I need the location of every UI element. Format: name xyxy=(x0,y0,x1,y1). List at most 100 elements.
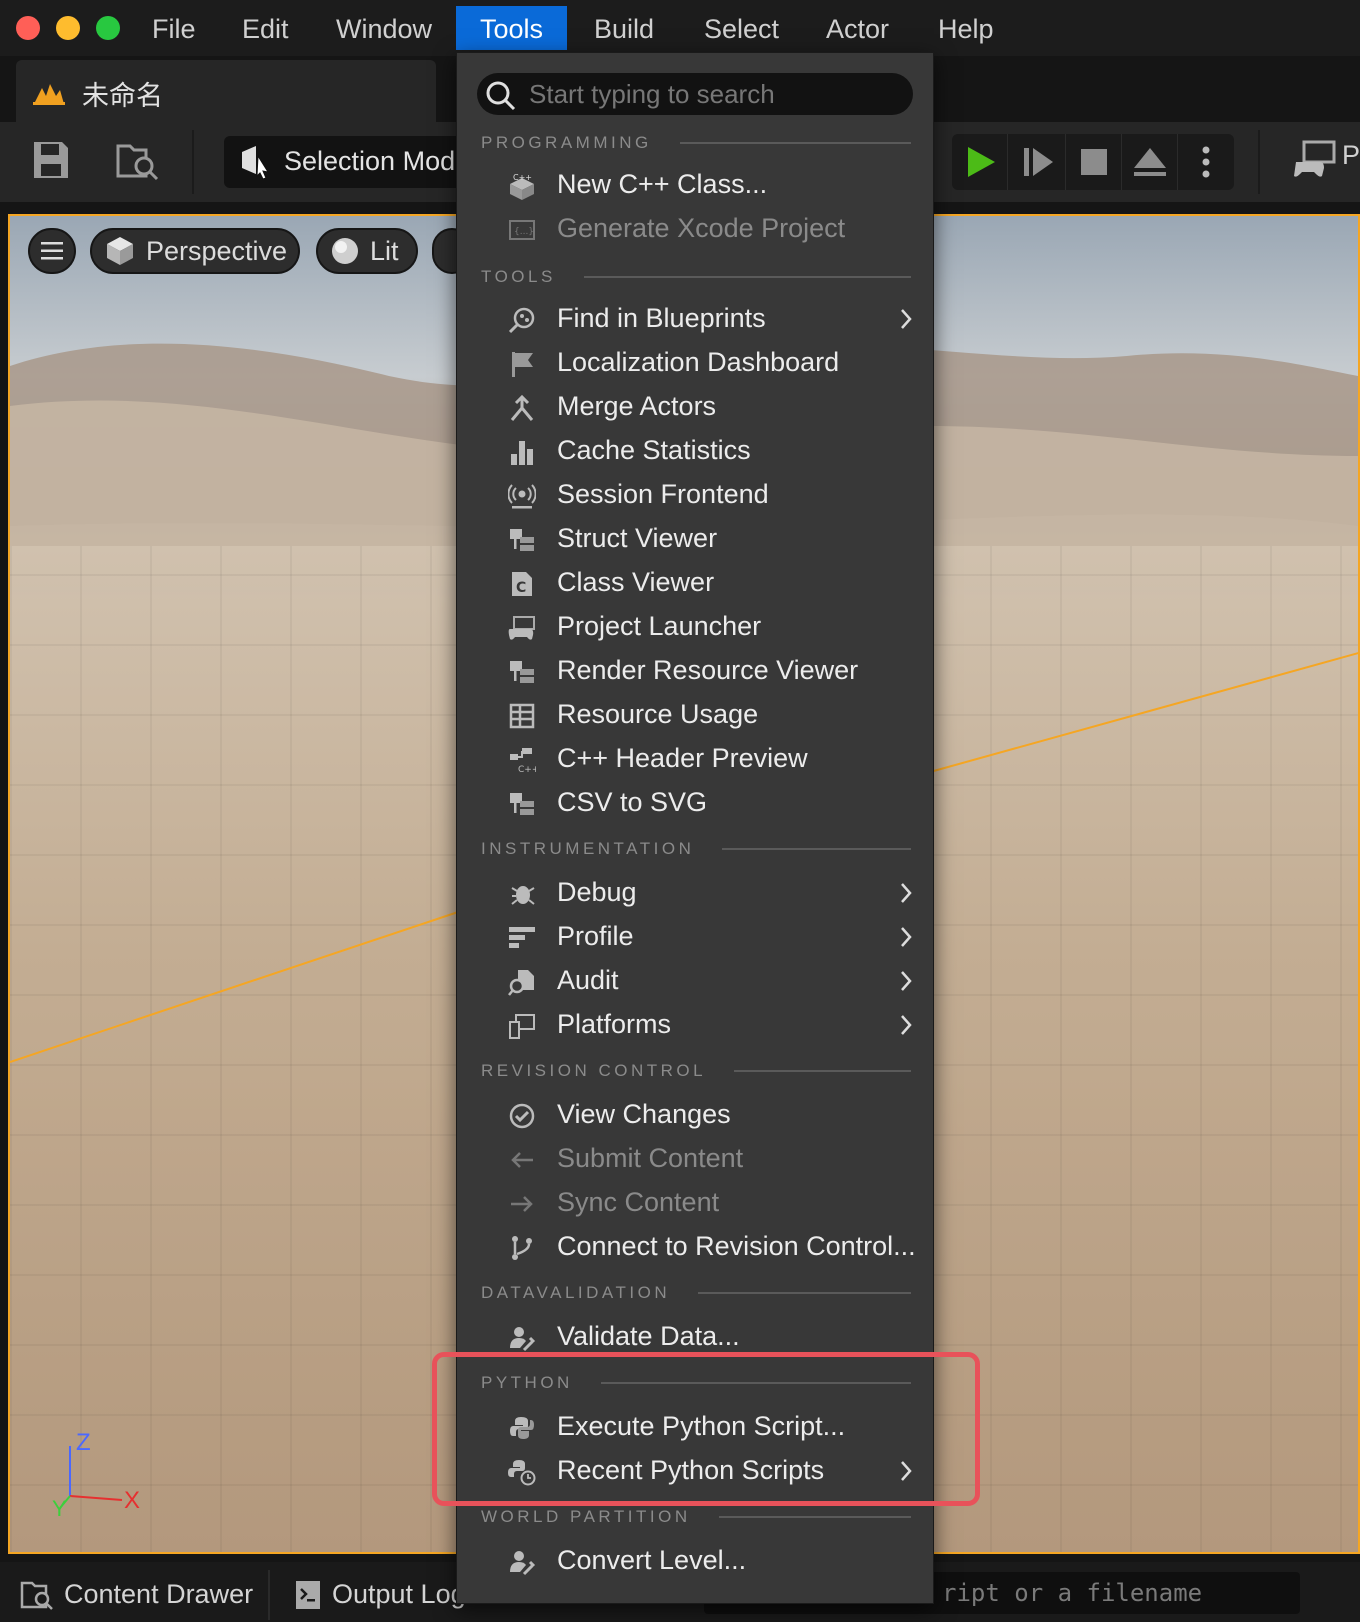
xcode-project-icon: {...} xyxy=(507,215,537,245)
class-file-icon: C xyxy=(507,569,537,599)
menu-item-label: Find in Blueprints xyxy=(557,303,766,333)
stop-icon xyxy=(1080,149,1107,175)
menu-build[interactable]: Build xyxy=(570,0,678,50)
menu-item-label: Render Resource Viewer xyxy=(557,655,859,685)
lit-label: Lit xyxy=(370,235,399,266)
browse-content-icon[interactable] xyxy=(116,140,160,187)
frame-advance-icon xyxy=(1023,148,1053,176)
menu-item-label: Generate Xcode Project xyxy=(557,213,846,243)
menu-search-box[interactable] xyxy=(477,73,913,115)
section-datavalidation-label: DATAVALIDATION xyxy=(481,1283,671,1302)
platforms-label: P xyxy=(1342,140,1360,170)
menu-item-label: Resource Usage xyxy=(557,699,759,729)
eject-icon xyxy=(1133,148,1166,176)
menu-edit[interactable]: Edit xyxy=(218,0,313,50)
menu-item-view-changes[interactable]: View Changes xyxy=(457,1093,933,1137)
lit-mode-button[interactable]: Lit xyxy=(316,228,418,274)
arrow-left-icon xyxy=(507,1145,537,1175)
section-world-partition-label: WORLD PARTITION xyxy=(481,1507,691,1526)
menu-item-label: Class Viewer xyxy=(557,567,715,597)
svg-text:{...}: {...} xyxy=(514,227,534,237)
user-wrench-icon xyxy=(507,1547,537,1577)
zoom-window-button[interactable] xyxy=(96,16,120,40)
menu-item-cpp-header-preview[interactable]: C++ C++ Header Preview xyxy=(457,737,933,781)
menu-item-label: View Changes xyxy=(557,1099,731,1129)
menu-item-generate-xcode-project: {...} Generate Xcode Project xyxy=(457,207,933,251)
table-icon xyxy=(507,701,537,731)
advance-frame-button[interactable] xyxy=(1010,134,1066,190)
save-icon[interactable] xyxy=(32,140,70,185)
menu-item-label: Platforms xyxy=(557,1009,672,1039)
chevron-right-icon xyxy=(899,925,913,954)
branch-icon xyxy=(507,1233,537,1263)
menu-item-profile[interactable]: Profile xyxy=(457,915,933,959)
menu-actor[interactable]: Actor xyxy=(802,0,913,50)
close-window-button[interactable] xyxy=(16,16,40,40)
menu-item-resource-usage[interactable]: Resource Usage xyxy=(457,693,933,737)
section-divider xyxy=(734,1070,911,1072)
menu-item-connect-revision-control[interactable]: Connect to Revision Control... xyxy=(457,1225,933,1269)
section-programming-label: PROGRAMMING xyxy=(481,133,652,152)
menu-item-cache-statistics[interactable]: Cache Statistics xyxy=(457,429,933,473)
eject-button[interactable] xyxy=(1122,134,1178,190)
menu-item-platforms[interactable]: Platforms xyxy=(457,1003,933,1047)
section-instrumentation-header: INSTRUMENTATION xyxy=(481,839,911,859)
menu-item-label: Project Launcher xyxy=(557,611,762,641)
minimize-window-button[interactable] xyxy=(56,16,80,40)
arrow-right-icon xyxy=(507,1189,537,1219)
audit-icon xyxy=(507,967,537,997)
platforms-icon[interactable] xyxy=(1294,140,1336,185)
menu-item-label: Cache Statistics xyxy=(557,435,751,465)
section-world-partition: WORLD PARTITION xyxy=(481,1507,911,1527)
perspective-label: Perspective xyxy=(146,235,288,266)
section-divider xyxy=(698,1292,911,1294)
stop-button[interactable] xyxy=(1066,134,1122,190)
toolbar-separator xyxy=(192,130,194,194)
search-icon xyxy=(485,80,517,117)
section-instrumentation xyxy=(481,809,911,829)
section-datavalidation: DATAVALIDATION xyxy=(481,1283,911,1303)
menu-window[interactable]: Window xyxy=(312,0,456,50)
content-drawer-button[interactable]: Content Drawer xyxy=(20,1566,253,1622)
menu-item-struct-viewer[interactable]: Struct Viewer xyxy=(457,517,933,561)
menu-item-label: Session Frontend xyxy=(557,479,769,509)
axis-z-label: Z xyxy=(76,1429,91,1456)
level-icon xyxy=(32,80,66,111)
menu-help[interactable]: Help xyxy=(914,0,1018,50)
menu-item-render-resource-viewer[interactable]: Render Resource Viewer xyxy=(457,649,933,693)
menu-item-label: Debug xyxy=(557,877,637,907)
menu-bar: File Edit Window Tools Build Select Acto… xyxy=(0,0,1360,56)
menu-item-merge-actors[interactable]: Merge Actors xyxy=(457,385,933,429)
selection-mode-dropdown[interactable]: Selection Mode xyxy=(224,136,484,188)
section-divider xyxy=(718,1516,911,1518)
menu-item-audit[interactable]: Audit xyxy=(457,959,933,1003)
menu-file[interactable]: File xyxy=(128,0,220,50)
viewport-options-button[interactable] xyxy=(28,228,76,274)
menu-search-input[interactable] xyxy=(529,73,899,115)
cube-icon xyxy=(107,237,133,265)
menu-item-label: Profile xyxy=(557,921,634,951)
perspective-button[interactable]: Perspective xyxy=(90,228,300,274)
menu-item-find-in-blueprints[interactable]: Find in Blueprints xyxy=(457,297,933,341)
merge-icon xyxy=(507,393,537,423)
menu-item-label: Struct Viewer xyxy=(557,523,718,553)
menu-item-session-frontend[interactable]: Session Frontend xyxy=(457,473,933,517)
menu-item-label: Validate Data... xyxy=(557,1321,740,1351)
menu-item-localization-dashboard[interactable]: Localization Dashboard xyxy=(457,341,933,385)
menu-tools[interactable]: Tools xyxy=(456,6,568,50)
menu-item-class-viewer[interactable]: C Class Viewer xyxy=(457,561,933,605)
output-log-button[interactable]: Output Log xyxy=(294,1566,466,1622)
axis-gizmo: Z X Y xyxy=(52,1429,140,1516)
menu-item-debug[interactable]: Debug xyxy=(457,871,933,915)
menu-item-project-launcher[interactable]: Project Launcher xyxy=(457,605,933,649)
menu-item-sync-content: Sync Content xyxy=(457,1181,933,1225)
section-tools-label: TOOLS xyxy=(481,267,556,286)
menu-item-convert-level[interactable]: Convert Level... xyxy=(457,1539,933,1583)
play-button[interactable] xyxy=(952,134,1008,190)
output-log-icon xyxy=(296,1581,320,1609)
menu-item-new-cpp-class[interactable]: C++ New C++ Class... xyxy=(457,163,933,207)
play-options-button[interactable] xyxy=(1178,134,1234,190)
section-divider xyxy=(583,276,911,278)
menu-select[interactable]: Select xyxy=(680,0,803,50)
level-tab[interactable]: 未命名 xyxy=(16,60,436,122)
